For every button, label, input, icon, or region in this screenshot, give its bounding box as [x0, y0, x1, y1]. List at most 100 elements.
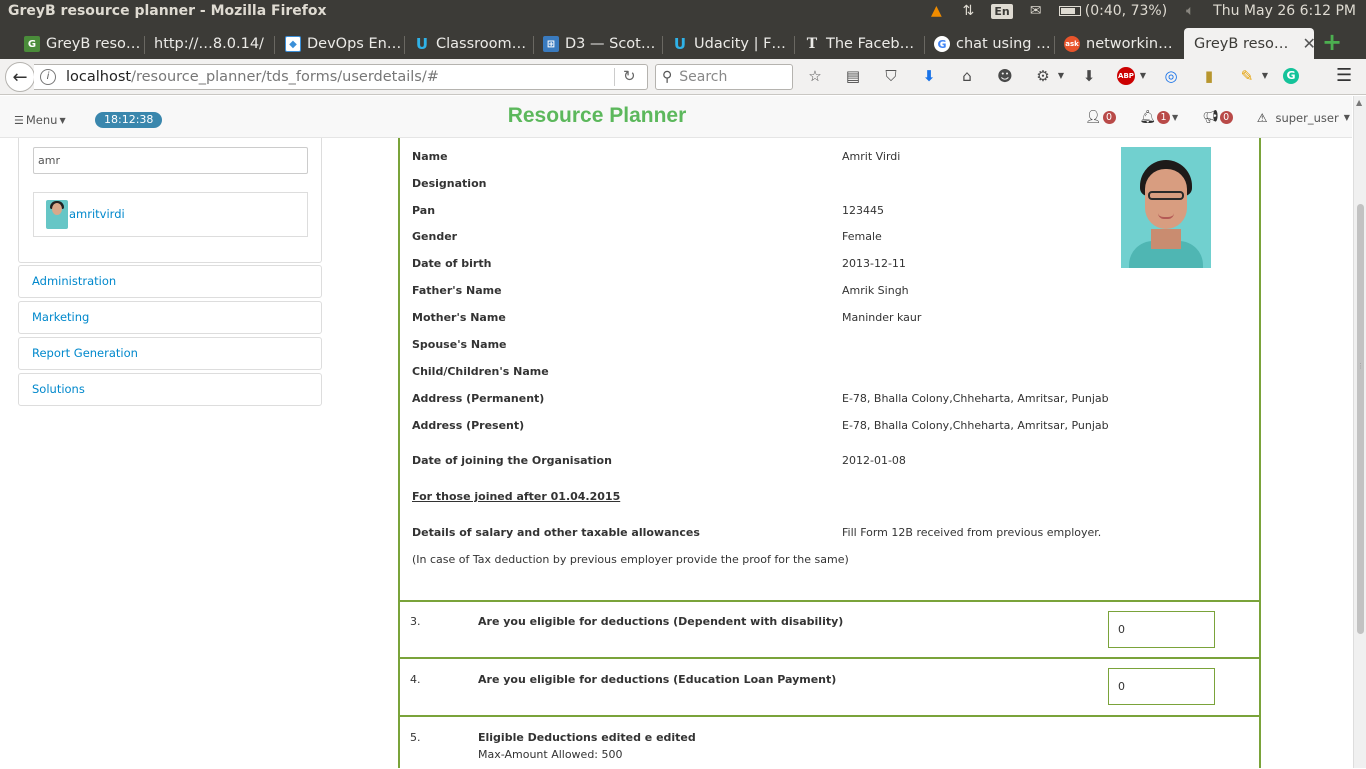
clock-datetime[interactable]: Thu May 26 6:12 PM — [1213, 3, 1356, 19]
tab-label: DevOps En… — [307, 36, 401, 52]
close-icon[interactable]: ✕ — [1302, 34, 1314, 53]
sidebar-item-administration[interactable]: Administration — [18, 265, 322, 298]
tab-separator — [404, 36, 405, 54]
notes-icon[interactable]: ▮ — [1199, 66, 1219, 86]
scroll-grip: ⋮ — [1357, 362, 1364, 370]
megaphone-icon: 📢︎ — [1202, 110, 1219, 125]
nytimes-favicon-icon: T — [806, 36, 818, 52]
tab-udacity[interactable]: U Udacity | F… — [672, 30, 788, 58]
tab-label: Classroom… — [436, 36, 527, 52]
page-scrollbar[interactable]: ▲ ⋮ — [1353, 96, 1366, 768]
question-text: Are you eligible for deductions (Educati… — [478, 673, 837, 686]
os-top-bar: GreyB resource planner - Mozilla Firefox… — [0, 0, 1366, 24]
brand-title[interactable]: Resource Planner — [0, 104, 1194, 128]
tab-label: Udacity | F… — [694, 36, 786, 52]
network-icon[interactable]: ⇅ — [959, 2, 977, 20]
field-label: Father's Name — [412, 284, 502, 297]
battery-text: (0:40, 73%) — [1084, 3, 1168, 19]
search-input[interactable]: ⚲ Search — [655, 64, 793, 90]
sidebar-item-solutions[interactable]: Solutions — [18, 373, 322, 406]
download-icon[interactable]: ⬇ — [919, 66, 939, 86]
bookmark-star-icon[interactable]: ☆ — [805, 66, 825, 86]
save-page-icon[interactable]: ⬇ — [1079, 66, 1099, 86]
field-label: Date of birth — [412, 257, 492, 270]
tab-chat[interactable]: G chat using … — [934, 30, 1050, 58]
field-label: Address (Present) — [412, 419, 525, 432]
system-tray: ▲ ⇅ En ✉ (0:40, 73%) 🔈︎ Thu May 26 6:12 … — [927, 2, 1356, 20]
tds-form: Name Amrit Virdi Designation Pan 123445 … — [398, 138, 1261, 768]
question-number: 4. — [410, 673, 421, 686]
tab-devops[interactable]: ◆ DevOps En… — [285, 30, 401, 58]
greyb-favicon-icon: G — [24, 36, 40, 52]
field-label: Date of joining the Organisation — [412, 454, 612, 467]
user-search-input[interactable]: amr — [33, 147, 308, 174]
users-count-badge: 0 — [1102, 111, 1116, 124]
home-icon[interactable]: ⌂ — [957, 66, 977, 86]
users-button[interactable]: 👤︎ 0 — [1085, 110, 1116, 125]
sidebar-item-report-generation[interactable]: Report Generation — [18, 337, 322, 370]
tab-http[interactable]: http://…8.0.14/ — [154, 30, 270, 58]
url-divider — [614, 68, 615, 86]
chevron-down-icon[interactable]: ▼ — [1057, 66, 1065, 86]
tab-label: networkin… — [1086, 36, 1173, 52]
user-menu-button[interactable]: ⚠ super_user ▼ — [1257, 111, 1350, 125]
field-label: Gender — [412, 230, 458, 243]
reload-icon[interactable]: ↻ — [623, 67, 636, 85]
tab-label: D3 — Scot… — [565, 36, 656, 52]
max-amount-note: Max-Amount Allowed: 500 — [478, 748, 623, 761]
question-row: 3. Are you eligible for deductions (Depe… — [400, 600, 1259, 658]
scroll-up-icon[interactable]: ▲ — [1356, 98, 1362, 107]
extension-icon[interactable]: ⚙ — [1033, 66, 1053, 86]
mail-icon[interactable]: ✉ — [1027, 2, 1045, 20]
field-label: Spouse's Name — [412, 338, 507, 351]
tab-classroom[interactable]: U Classroom… — [414, 30, 530, 58]
tab-greyb-active[interactable]: GreyB reso… ✕ — [1184, 28, 1314, 59]
notifications-button[interactable]: 🔔︎ 1 ▼ — [1140, 110, 1179, 125]
field-label: Name — [412, 150, 448, 163]
tab-d3[interactable]: ⊞ D3 — Scot… — [543, 30, 659, 58]
reading-list-icon[interactable]: ▤ — [843, 66, 863, 86]
deduction-education-loan-input[interactable]: 0 — [1108, 668, 1215, 705]
pocket-icon[interactable]: ⛉ — [881, 66, 901, 86]
pencil-icon[interactable]: ✎ — [1237, 66, 1257, 86]
chevron-down-icon[interactable]: ▼ — [1139, 66, 1147, 86]
window-title: GreyB resource planner - Mozilla Firefox — [8, 3, 327, 19]
field-value: E-78, Bhalla Colony,Chheharta, Amritsar,… — [842, 392, 1109, 405]
chat-face-icon[interactable]: ☻ — [995, 66, 1015, 86]
tab-separator — [144, 36, 145, 54]
field-value: Female — [842, 230, 882, 243]
toolbar-icons: ☆ ▤ ⛉ ⬇ ⌂ ☻ ⚙ ▼ ⬇ ABP ▼ ◎ ▮ ✎ ▼ G — [805, 66, 1317, 86]
salary-details-label: Details of salary and other taxable allo… — [412, 526, 700, 539]
field-value: 123445 — [842, 204, 884, 217]
sidebar-item-marketing[interactable]: Marketing — [18, 301, 322, 334]
battery-status[interactable]: (0:40, 73%) — [1058, 3, 1168, 19]
field-value: Amrit Virdi — [842, 150, 901, 163]
tab-facebook[interactable]: T The Faceb… — [804, 30, 920, 58]
keyboard-layout-indicator[interactable]: En — [991, 3, 1013, 19]
chevron-down-icon[interactable]: ▼ — [1261, 66, 1269, 86]
new-tab-button[interactable]: + — [1322, 30, 1342, 54]
vlc-icon[interactable]: ▲ — [927, 2, 945, 20]
hamburger-menu-icon[interactable]: ☰ — [1336, 67, 1354, 85]
tab-greyb-1[interactable]: G GreyB reso… — [24, 30, 140, 58]
field-value: Maninder kaur — [842, 311, 922, 324]
deduction-disability-input[interactable]: 0 — [1108, 611, 1215, 648]
screen-capture-icon[interactable]: ◎ — [1161, 66, 1181, 86]
info-icon[interactable]: i — [40, 69, 56, 85]
question-number: 5. — [410, 731, 421, 744]
announcements-button[interactable]: 📢︎ 0 — [1202, 110, 1233, 125]
question-row: 5. Eligible Deductions edited e edited M… — [400, 715, 1259, 769]
adblock-icon[interactable]: ABP — [1117, 67, 1135, 85]
volume-muted-icon[interactable]: 🔈︎ — [1181, 2, 1199, 20]
d3-favicon-icon: ⊞ — [543, 36, 559, 52]
user-result-link[interactable]: amritvirdi — [69, 207, 125, 221]
url-bar[interactable]: i localhost/resource_planner/tds_forms/u… — [34, 64, 648, 90]
back-button[interactable]: ← — [5, 62, 35, 92]
tab-label: GreyB reso… — [1194, 35, 1289, 52]
field-label: Mother's Name — [412, 311, 506, 324]
grammarly-icon[interactable]: G — [1283, 68, 1299, 84]
tab-networking[interactable]: ask networkin… — [1064, 30, 1180, 58]
url-text[interactable]: localhost/resource_planner/tds_forms/use… — [66, 69, 439, 85]
user-result-card[interactable]: amritvirdi — [33, 192, 308, 237]
scroll-thumb[interactable] — [1357, 204, 1364, 634]
